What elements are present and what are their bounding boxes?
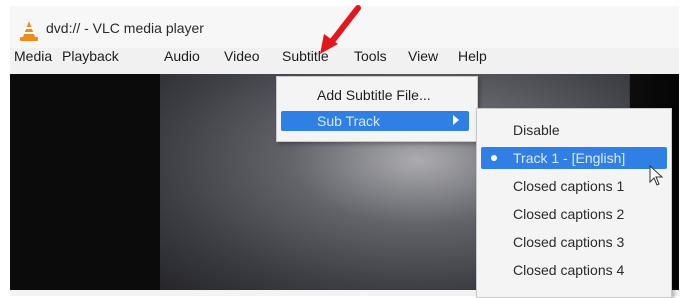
sub-track-submenu: Disable Track 1 - [English] Closed capti… [476,108,672,298]
sub-track-cc3[interactable]: Closed captions 3 [477,231,671,255]
sub-track-label: Sub Track [317,113,381,129]
sub-track-disable-label: Disable [513,122,560,138]
sub-track-disable[interactable]: Disable [477,119,671,143]
sub-track-cc1-label: Closed captions 1 [513,178,625,194]
sub-track-track1-label: Track 1 - [English] [513,150,626,166]
submenu-arrow-icon [453,115,459,125]
add-subtitle-file-item[interactable]: Add Subtitle File... [277,83,477,109]
window-title: dvd:// - VLC media player [46,20,204,36]
sub-track-item[interactable]: Sub Track [277,111,477,137]
menu-media[interactable]: Media [14,48,52,64]
radio-selected-icon [491,155,497,161]
menu-view[interactable]: View [408,48,438,64]
annotation-arrow-icon [320,5,361,54]
menu-help[interactable]: Help [458,48,487,64]
subtitle-dropdown: Add Subtitle File... Sub Track [276,76,478,142]
add-subtitle-file-label: Add Subtitle File... [317,87,431,103]
menu-playback[interactable]: Playback [62,48,119,64]
menu-audio[interactable]: Audio [164,48,200,64]
vlc-cone-icon [20,21,38,41]
sub-track-track1[interactable]: Track 1 - [English] [477,147,671,171]
sub-track-cc4[interactable]: Closed captions 4 [477,259,671,283]
mouse-cursor-icon [649,164,664,186]
sub-track-cc2[interactable]: Closed captions 2 [477,203,671,227]
menu-video[interactable]: Video [224,48,260,64]
sub-track-cc1[interactable]: Closed captions 1 [477,175,671,199]
sub-track-cc2-label: Closed captions 2 [513,206,625,222]
sub-track-cc3-label: Closed captions 3 [513,234,625,250]
sub-track-cc4-label: Closed captions 4 [513,262,625,278]
